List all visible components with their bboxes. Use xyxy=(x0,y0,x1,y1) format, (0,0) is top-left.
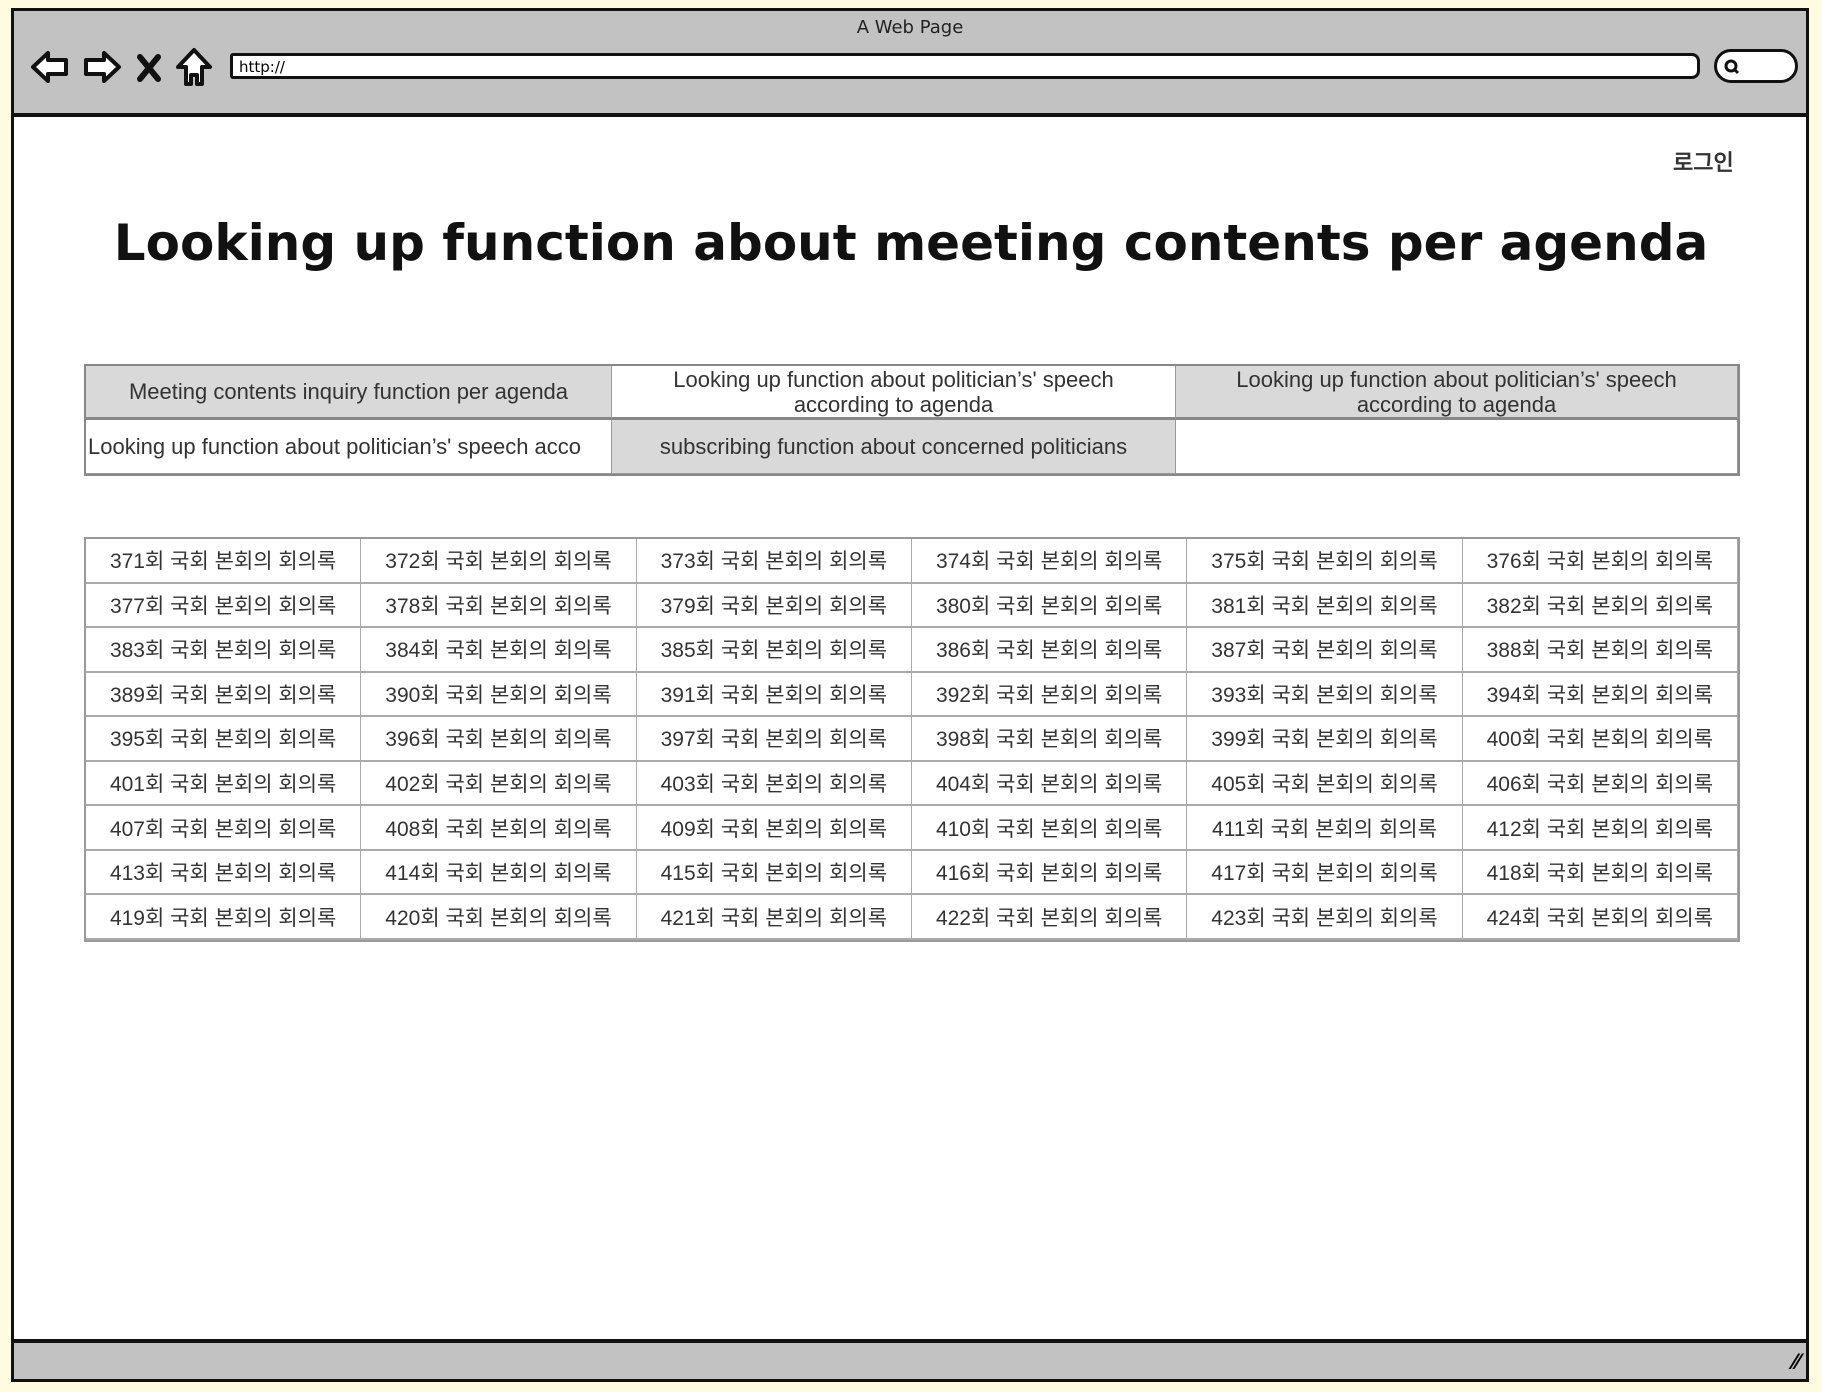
nav-item-subscribe[interactable]: subscribing function about concerned pol… xyxy=(612,420,1176,474)
nav-item-speech-lookup[interactable]: Looking up function about politician’s' … xyxy=(612,366,1176,420)
meeting-record-link[interactable]: 398회 국회 본회의 회의록 xyxy=(912,717,1188,762)
nav-item-meeting-contents[interactable]: Meeting contents inquiry function per ag… xyxy=(86,366,612,420)
meeting-record-link[interactable]: 381회 국회 본회의 회의록 xyxy=(1187,583,1463,629)
meeting-record-link[interactable]: 382회 국회 본회의 회의록 xyxy=(1462,583,1738,629)
meeting-record-link[interactable]: 386회 국회 본회의 회의록 xyxy=(912,628,1188,673)
meeting-record-link[interactable]: 416회 국회 본회의 회의록 xyxy=(912,850,1188,896)
meeting-record-link[interactable]: 397회 국회 본회의 회의록 xyxy=(636,717,912,762)
meeting-record-link[interactable]: 408회 국회 본회의 회의록 xyxy=(361,806,637,851)
search-icon xyxy=(1724,59,1740,75)
page-title: Looking up function about meeting conten… xyxy=(113,214,1709,272)
meeting-record-link[interactable]: 419회 국회 본회의 회의록 xyxy=(86,895,362,940)
meeting-record-link[interactable]: 390회 국회 본회의 회의록 xyxy=(361,672,637,718)
meeting-record-link[interactable]: 379회 국회 본회의 회의록 xyxy=(636,583,912,629)
window-title: A Web Page xyxy=(856,17,964,38)
meeting-record-link[interactable]: 394회 국회 본회의 회의록 xyxy=(1462,672,1738,718)
meeting-record-link[interactable]: 404회 국회 본회의 회의록 xyxy=(912,761,1188,807)
meeting-record-link[interactable]: 396회 국회 본회의 회의록 xyxy=(361,717,637,762)
back-arrow-icon[interactable] xyxy=(30,47,70,87)
meeting-record-link[interactable]: 401회 국회 본회의 회의록 xyxy=(86,761,362,807)
meeting-record-link[interactable]: 410회 국회 본회의 회의록 xyxy=(912,806,1188,851)
meeting-record-link[interactable]: 415회 국회 본회의 회의록 xyxy=(636,850,912,896)
meeting-record-link[interactable]: 405회 국회 본회의 회의록 xyxy=(1187,761,1463,807)
home-icon[interactable] xyxy=(174,47,214,87)
meeting-record-link[interactable]: 383회 국회 본회의 회의록 xyxy=(86,628,362,673)
nav-item-speech-lookup-3[interactable]: Looking up function about politician’s' … xyxy=(86,420,612,474)
meeting-record-link[interactable]: 421회 국회 본회의 회의록 xyxy=(636,895,912,940)
meeting-record-link[interactable]: 412회 국회 본회의 회의록 xyxy=(1462,806,1738,851)
nav-item-empty xyxy=(1176,420,1738,474)
meeting-record-link[interactable]: 388회 국회 본회의 회의록 xyxy=(1462,628,1738,673)
meeting-record-link[interactable]: 417회 국회 본회의 회의록 xyxy=(1187,850,1463,896)
meeting-record-link[interactable]: 384회 국회 본회의 회의록 xyxy=(361,628,637,673)
meeting-record-link[interactable]: 414회 국회 본회의 회의록 xyxy=(361,850,637,896)
meeting-record-link[interactable]: 378회 국회 본회의 회의록 xyxy=(361,583,637,629)
meeting-record-link[interactable]: 392회 국회 본회의 회의록 xyxy=(912,672,1188,718)
meeting-record-link[interactable]: 389회 국회 본회의 회의록 xyxy=(86,672,362,718)
meeting-record-link[interactable]: 406회 국회 본회의 회의록 xyxy=(1462,761,1738,807)
forward-arrow-icon[interactable] xyxy=(82,47,122,87)
resize-grip-icon[interactable]: ⁄⁄ xyxy=(1793,1349,1800,1375)
meeting-record-link[interactable]: 387회 국회 본회의 회의록 xyxy=(1187,628,1463,673)
meeting-record-link[interactable]: 424회 국회 본회의 회의록 xyxy=(1462,895,1738,940)
meeting-record-link[interactable]: 399회 국회 본회의 회의록 xyxy=(1187,717,1463,762)
meeting-record-link[interactable]: 376회 국회 본회의 회의록 xyxy=(1462,539,1738,584)
meeting-record-link[interactable]: 413회 국회 본회의 회의록 xyxy=(86,850,362,896)
meeting-record-link[interactable]: 423회 국회 본회의 회의록 xyxy=(1187,895,1463,940)
meeting-record-link[interactable]: 391회 국회 본회의 회의록 xyxy=(636,672,912,718)
meeting-record-link[interactable]: 374회 국회 본회의 회의록 xyxy=(912,539,1188,584)
browser-search-field[interactable] xyxy=(1714,49,1798,83)
meeting-record-link[interactable]: 393회 국회 본회의 회의록 xyxy=(1187,672,1463,718)
meeting-record-link[interactable]: 377회 국회 본회의 회의록 xyxy=(86,583,362,629)
meeting-record-link[interactable]: 373회 국회 본회의 회의록 xyxy=(636,539,912,584)
meeting-record-link[interactable]: 402회 국회 본회의 회의록 xyxy=(361,761,637,807)
meeting-record-link[interactable]: 403회 국회 본회의 회의록 xyxy=(636,761,912,807)
meeting-record-link[interactable]: 395회 국회 본회의 회의록 xyxy=(86,717,362,762)
meeting-record-link[interactable]: 407회 국회 본회의 회의록 xyxy=(86,806,362,851)
meeting-record-link[interactable]: 409회 국회 본회의 회의록 xyxy=(636,806,912,851)
meeting-record-link[interactable]: 422회 국회 본회의 회의록 xyxy=(912,895,1188,940)
meeting-record-link[interactable]: 385회 국회 본회의 회의록 xyxy=(636,628,912,673)
meeting-record-link[interactable]: 371회 국회 본회의 회의록 xyxy=(86,539,362,584)
close-x-icon[interactable] xyxy=(136,47,162,87)
meeting-record-link[interactable]: 420회 국회 본회의 회의록 xyxy=(361,895,637,940)
browser-toolbar: A Web Page http:// xyxy=(14,11,1806,117)
feature-nav-table: Meeting contents inquiry function per ag… xyxy=(84,364,1740,476)
meeting-record-link[interactable]: 418회 국회 본회의 회의록 xyxy=(1462,850,1738,896)
meeting-record-link[interactable]: 372회 국회 본회의 회의록 xyxy=(361,539,637,584)
meeting-records-grid: 371회 국회 본회의 회의록 372회 국회 본회의 회의록 373회 국회 본회… xyxy=(84,537,1740,942)
meeting-record-link[interactable]: 400회 국회 본회의 회의록 xyxy=(1462,717,1738,762)
nav-item-speech-lookup-2[interactable]: Looking up function about politician’s' … xyxy=(1176,366,1738,420)
url-input[interactable]: http:// xyxy=(230,53,1700,79)
meeting-record-link[interactable]: 411회 국회 본회의 회의록 xyxy=(1187,806,1463,851)
meeting-record-link[interactable]: 375회 국회 본회의 회의록 xyxy=(1187,539,1463,584)
meeting-record-link[interactable]: 380회 국회 본회의 회의록 xyxy=(912,583,1188,629)
status-bar: ⁄⁄ xyxy=(14,1339,1806,1379)
login-link[interactable]: 로그인 xyxy=(1673,145,1734,177)
